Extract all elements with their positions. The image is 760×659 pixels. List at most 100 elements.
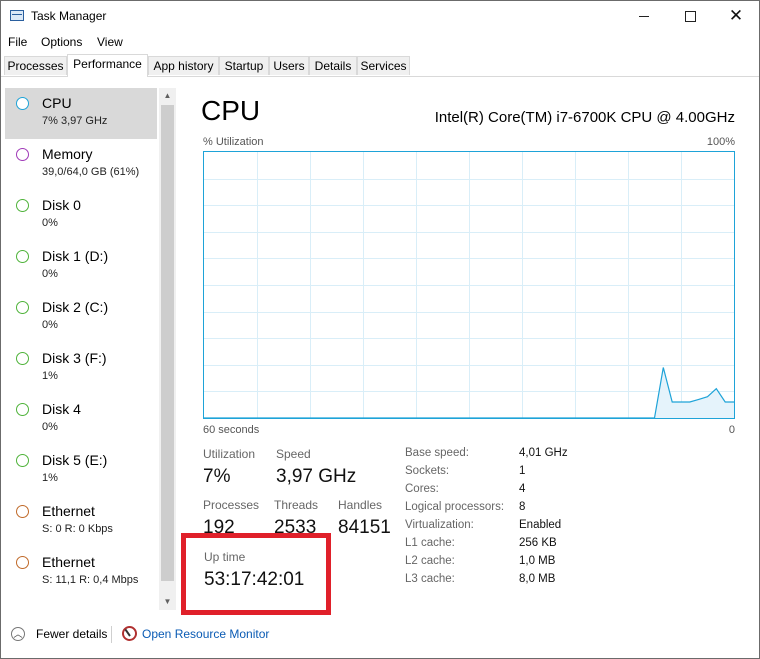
spec-value: 8 (519, 501, 526, 513)
sidebar-item-cpu[interactable]: CPU 7% 3,97 GHz (5, 88, 157, 139)
speed-label: Speed (276, 447, 311, 461)
sidebar-item-value: 0% (42, 421, 58, 433)
sidebar-item-label: Disk 4 (42, 401, 81, 417)
tab-app-history[interactable]: App history (148, 56, 219, 75)
performance-sidebar: CPU 7% 3,97 GHz Memory 39,0/64,0 GB (61%… (5, 88, 157, 608)
cpu-indicator-icon (16, 97, 29, 110)
spec-value: 4,01 GHz (519, 447, 568, 459)
fewer-details-button[interactable]: Fewer details (36, 627, 107, 641)
ethernet-indicator-icon (16, 505, 29, 518)
minimize-icon (639, 16, 649, 18)
footer-divider (111, 626, 112, 643)
graph-max-label: 100% (706, 136, 735, 148)
sidebar-item-ethernet-2[interactable]: Ethernet S: 11,1 R: 0,4 Mbps (5, 547, 157, 598)
sidebar-scrollbar[interactable]: ▲ ▼ (159, 88, 176, 610)
sidebar-item-disk-0[interactable]: Disk 0 0% (5, 190, 157, 241)
task-manager-window: Task Manager ✕ File Options View Process… (0, 0, 760, 659)
window-title: Task Manager (31, 9, 107, 23)
sidebar-item-disk-3[interactable]: Disk 3 (F:) 1% (5, 343, 157, 394)
disk-indicator-icon (16, 250, 29, 263)
sidebar-item-value: S: 11,1 R: 0,4 Mbps (42, 574, 139, 586)
sidebar-item-value: 0% (42, 217, 58, 229)
uptime-highlight-box: Up time 53:17:42:01 (181, 533, 331, 615)
sidebar-item-value: 7% 3,97 GHz (42, 115, 108, 127)
speed-value: 3,97 GHz (276, 466, 357, 487)
processes-label: Processes (203, 498, 260, 512)
scroll-down-icon[interactable]: ▼ (159, 594, 176, 610)
sidebar-item-disk-2[interactable]: Disk 2 (C:) 0% (5, 292, 157, 343)
spec-label: L1 cache: (405, 537, 455, 549)
disk-indicator-icon (16, 301, 29, 314)
menu-file[interactable]: File (8, 35, 27, 49)
sidebar-item-value: 39,0/64,0 GB (61%) (42, 166, 140, 178)
memory-indicator-icon (16, 148, 29, 161)
handles-label: Handles (338, 498, 383, 512)
spec-label: Sockets: (405, 465, 450, 477)
cpu-chart-svg (204, 152, 734, 418)
disk-indicator-icon (16, 199, 29, 212)
graph-y-label: % Utilization (203, 136, 264, 148)
tab-users[interactable]: Users (269, 56, 309, 75)
sidebar-item-value: S: 0 R: 0 Kbps (42, 523, 113, 535)
tab-details[interactable]: Details (309, 56, 357, 75)
sidebar-item-value: 1% (42, 472, 58, 484)
sidebar-item-value: 1% (42, 370, 58, 382)
sidebar-item-label: Disk 3 (F:) (42, 350, 107, 366)
spec-value: 256 KB (519, 537, 557, 549)
sidebar-item-disk-4[interactable]: Disk 4 0% (5, 394, 157, 445)
utilization-label: Utilization (203, 447, 256, 461)
spec-label: L3 cache: (405, 573, 455, 585)
ethernet-indicator-icon (16, 556, 29, 569)
tab-services[interactable]: Services (357, 56, 410, 75)
sidebar-item-disk-5[interactable]: Disk 5 (E:) 1% (5, 445, 157, 496)
menu-bar: File Options View (1, 32, 759, 52)
tab-processes[interactable]: Processes (4, 56, 67, 75)
task-manager-icon (10, 10, 24, 21)
close-icon: ✕ (728, 6, 744, 25)
disk-indicator-icon (16, 352, 29, 365)
maximize-button[interactable] (667, 1, 713, 31)
sidebar-item-memory[interactable]: Memory 39,0/64,0 GB (61%) (5, 139, 157, 190)
graph-time-label: 60 seconds (203, 424, 260, 436)
minimize-button[interactable] (621, 1, 667, 31)
threads-label: Threads (274, 498, 319, 512)
spec-value: 4 (519, 483, 526, 495)
sidebar-item-label: CPU (42, 95, 72, 111)
spec-label: Logical processors: (405, 501, 505, 513)
resource-monitor-icon[interactable] (122, 626, 137, 641)
graph-min-label: 0 (728, 424, 735, 436)
spec-label: Virtualization: (405, 519, 474, 531)
spec-value: 1 (519, 465, 526, 477)
scrollbar-thumb[interactable] (161, 105, 174, 581)
scroll-up-icon[interactable]: ▲ (159, 88, 176, 104)
sidebar-item-label: Ethernet (42, 503, 95, 519)
spec-label: Cores: (405, 483, 439, 495)
chevron-up-icon[interactable]: ︿ (11, 627, 25, 641)
sidebar-item-label: Disk 0 (42, 197, 81, 213)
sidebar-item-label: Memory (42, 146, 93, 162)
close-button[interactable]: ✕ (713, 1, 759, 31)
sidebar-item-label: Disk 1 (D:) (42, 248, 109, 264)
tab-performance[interactable]: Performance (67, 54, 148, 77)
menu-options[interactable]: Options (41, 35, 82, 49)
cpu-utilization-graph (203, 151, 735, 419)
sidebar-item-disk-1[interactable]: Disk 1 (D:) 0% (5, 241, 157, 292)
menu-view[interactable]: View (97, 35, 123, 49)
spec-value: 8,0 MB (519, 573, 556, 585)
utilization-value: 7% (203, 466, 231, 487)
spec-label: L2 cache: (405, 555, 455, 567)
uptime-value: 53:17:42:01 (204, 569, 305, 590)
spec-label: Base speed: (405, 447, 469, 459)
tab-bar: Processes Performance App history Startu… (1, 54, 759, 77)
handles-value: 84151 (338, 517, 391, 538)
sidebar-item-value: 0% (42, 268, 58, 280)
tab-startup[interactable]: Startup (219, 56, 269, 75)
disk-indicator-icon (16, 454, 29, 467)
sidebar-item-label: Disk 2 (C:) (42, 299, 109, 315)
maximize-icon (684, 11, 696, 23)
title-bar: Task Manager ✕ (1, 1, 759, 31)
sidebar-item-ethernet-1[interactable]: Ethernet S: 0 R: 0 Kbps (5, 496, 157, 547)
open-resource-monitor-link[interactable]: Open Resource Monitor (142, 627, 269, 641)
page-title: CPU (201, 95, 261, 126)
sidebar-item-value: 0% (42, 319, 58, 331)
